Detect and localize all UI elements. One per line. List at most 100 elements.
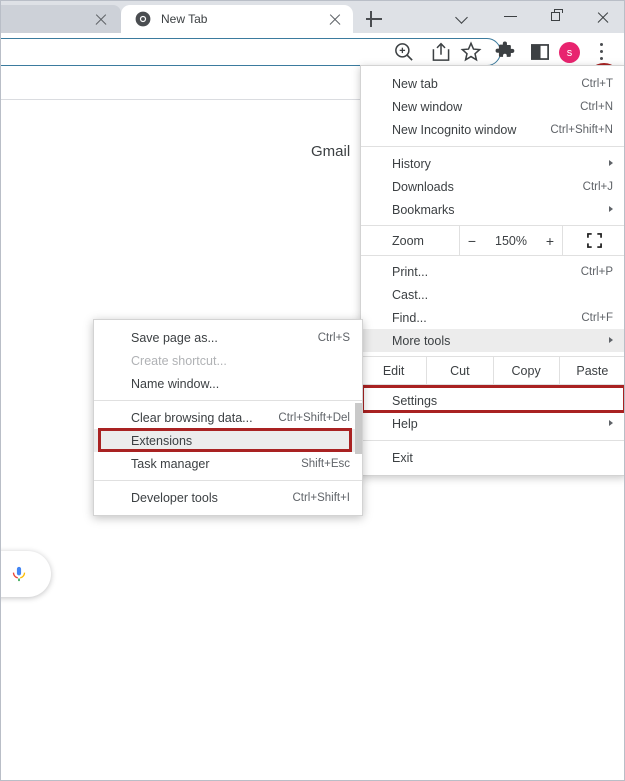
zoom-in-button[interactable]: + xyxy=(543,233,557,249)
menu-label: Print... xyxy=(392,264,429,279)
address-bar[interactable] xyxy=(1,38,501,66)
search-box[interactable] xyxy=(1,551,51,597)
menu-label: Task manager xyxy=(131,456,210,471)
menu-label: Downloads xyxy=(392,179,454,194)
menu-item-new-incognito-window[interactable]: New Incognito window Ctrl+Shift+N xyxy=(361,118,624,141)
minimize-button[interactable] xyxy=(488,1,534,32)
paste-button[interactable]: Paste xyxy=(558,357,624,384)
menu-label: Clear browsing data... xyxy=(131,410,253,425)
menu-zoom-row: Zoom − 150% + xyxy=(361,225,624,256)
menu-label: Bookmarks xyxy=(392,202,455,217)
menu-accel: Ctrl+N xyxy=(580,100,613,113)
maximize-button[interactable] xyxy=(534,1,580,32)
menu-item-print[interactable]: Print... Ctrl+P xyxy=(361,260,624,283)
menu-accel: Ctrl+T xyxy=(581,77,613,90)
menu-divider xyxy=(361,146,624,147)
close-icon[interactable] xyxy=(327,11,343,27)
menu-item-help[interactable]: Help xyxy=(361,412,624,435)
tab-partial[interactable] xyxy=(1,5,121,33)
menu-item-new-window[interactable]: New window Ctrl+N xyxy=(361,95,624,118)
profile-avatar[interactable]: s xyxy=(557,39,583,65)
side-panel-icon[interactable] xyxy=(527,39,553,65)
menu-label: Find... xyxy=(392,310,427,325)
close-icon xyxy=(596,11,609,24)
submenu-item-save-page-as[interactable]: Save page as... Ctrl+S xyxy=(94,326,362,349)
chrome-icon xyxy=(135,11,151,27)
menu-label: Help xyxy=(392,416,418,431)
menu-label: Exit xyxy=(392,450,413,465)
more-tools-submenu: Save page as... Ctrl+S Create shortcut..… xyxy=(93,319,363,516)
submenu-scrollbar[interactable] xyxy=(355,320,362,515)
menu-item-settings[interactable]: Settings xyxy=(361,389,624,412)
menu-accel: Ctrl+Shift+N xyxy=(550,123,613,136)
tab-title: New Tab xyxy=(161,12,208,26)
menu-divider xyxy=(94,400,362,401)
bookmark-star-icon[interactable] xyxy=(458,39,484,65)
tab-strip: New Tab xyxy=(1,1,624,33)
menu-accel: Ctrl+Shift+Del xyxy=(278,411,350,424)
menu-label: New Incognito window xyxy=(392,122,517,137)
zoom-out-button[interactable]: − xyxy=(465,233,479,249)
edit-label: Edit xyxy=(382,363,405,378)
menu-item-bookmarks[interactable]: Bookmarks xyxy=(361,198,624,221)
menu-label: New tab xyxy=(392,76,438,91)
zoom-controls: − 150% + xyxy=(459,226,563,255)
three-dots xyxy=(600,43,604,62)
submenu-item-name-window[interactable]: Name window... xyxy=(94,372,362,395)
share-icon[interactable] xyxy=(428,39,454,65)
extensions-puzzle-icon[interactable] xyxy=(492,39,518,65)
copy-button[interactable]: Copy xyxy=(492,357,559,384)
zoom-level-value: 150% xyxy=(495,233,527,248)
three-dot-menu-icon[interactable] xyxy=(591,39,617,65)
google-microphone-icon[interactable] xyxy=(9,563,29,585)
menu-label: Name window... xyxy=(131,376,220,391)
chrome-main-menu: New tab Ctrl+T New window Ctrl+N New Inc… xyxy=(360,65,624,476)
menu-label: History xyxy=(392,156,431,171)
zoom-glass-icon[interactable] xyxy=(391,39,417,65)
submenu-item-clear-browsing-data[interactable]: Clear browsing data... Ctrl+Shift+Del xyxy=(94,406,362,429)
menu-item-more-tools[interactable]: More tools xyxy=(361,329,624,352)
menu-label: New window xyxy=(392,99,463,114)
menu-item-downloads[interactable]: Downloads Ctrl+J xyxy=(361,175,624,198)
menu-divider xyxy=(94,480,362,481)
close-window-button[interactable] xyxy=(580,1,624,32)
close-icon[interactable] xyxy=(93,11,109,27)
chevron-right-icon xyxy=(609,337,613,343)
scrollbar-thumb[interactable] xyxy=(355,403,362,454)
menu-label: Extensions xyxy=(131,433,193,448)
menu-accel: Ctrl+S xyxy=(317,331,350,344)
chevron-right-icon xyxy=(609,206,613,212)
menu-label: Save page as... xyxy=(131,330,218,345)
menu-divider xyxy=(361,440,624,441)
search-tabs-button[interactable] xyxy=(441,1,487,32)
minimize-icon xyxy=(504,16,517,18)
menu-label: More tools xyxy=(392,333,451,348)
menu-accel: Ctrl+P xyxy=(580,265,613,278)
menu-label: Settings xyxy=(392,393,438,408)
menu-label: Cast... xyxy=(392,287,429,302)
submenu-item-task-manager[interactable]: Task manager Shift+Esc xyxy=(94,452,362,475)
menu-item-new-tab[interactable]: New tab Ctrl+T xyxy=(361,72,624,95)
restore-icon xyxy=(551,9,563,21)
chevron-right-icon xyxy=(609,420,613,426)
avatar-initial: s xyxy=(559,42,580,63)
browser-window: Gmail ITResan.com New Tab xyxy=(0,0,625,781)
menu-item-find[interactable]: Find... Ctrl+F xyxy=(361,306,624,329)
submenu-item-extensions[interactable]: Extensions xyxy=(94,429,362,452)
fullscreen-button[interactable] xyxy=(563,226,624,255)
submenu-item-create-shortcut: Create shortcut... xyxy=(94,349,362,372)
submenu-item-developer-tools[interactable]: Developer tools Ctrl+Shift+I xyxy=(94,486,362,509)
cut-button[interactable]: Cut xyxy=(426,357,492,384)
tab-new-tab[interactable]: New Tab xyxy=(121,5,353,33)
gmail-link[interactable]: Gmail xyxy=(311,143,350,160)
menu-accel: Ctrl+Shift+I xyxy=(292,491,350,504)
chevron-down-icon xyxy=(457,13,468,24)
menu-item-cast[interactable]: Cast... xyxy=(361,283,624,306)
menu-item-history[interactable]: History xyxy=(361,152,624,175)
new-tab-button[interactable] xyxy=(363,8,385,30)
menu-accel: Ctrl+F xyxy=(581,311,613,324)
page-divider xyxy=(1,99,361,100)
menu-label: Create shortcut... xyxy=(131,353,227,368)
fullscreen-icon xyxy=(586,233,602,248)
menu-item-exit[interactable]: Exit xyxy=(361,446,624,469)
